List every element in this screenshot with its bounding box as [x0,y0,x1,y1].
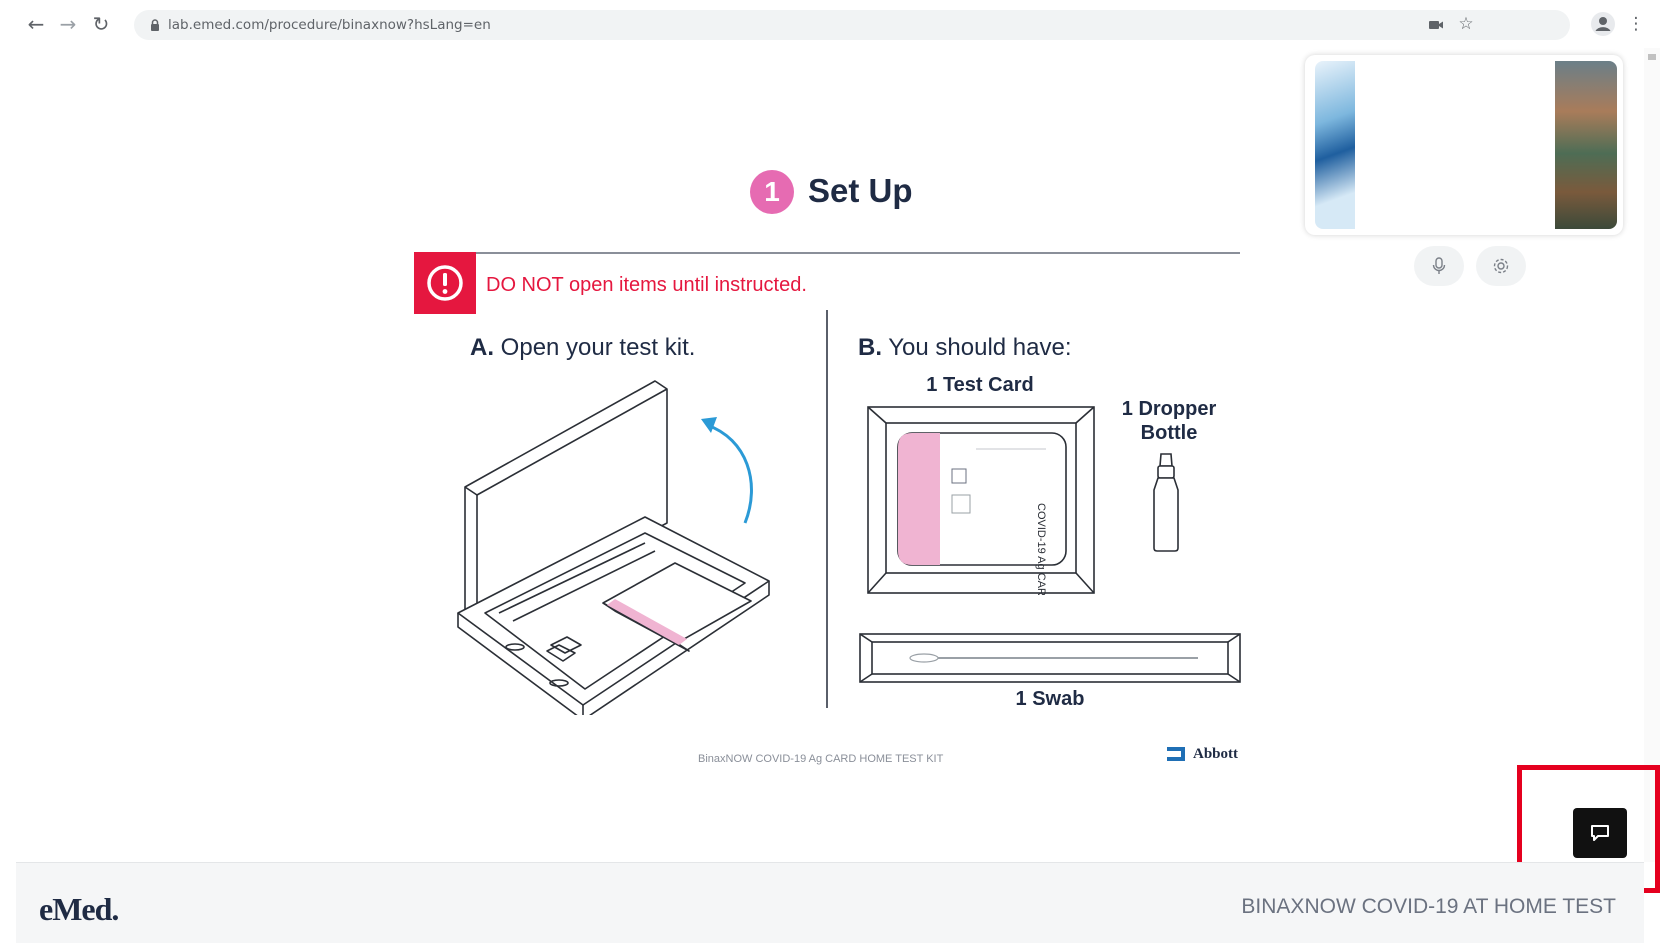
scroll-up-arrow[interactable] [1648,54,1656,60]
step-title: Set Up [808,172,913,209]
footer-title: BINAXNOW COVID-19 AT HOME TEST [1241,895,1616,918]
gear-icon [1493,258,1509,274]
emed-logo[interactable]: eMed. [39,891,119,928]
back-arrow-icon[interactable]: ← [24,12,48,36]
section-b-letter: B. [858,334,882,361]
profile-icon[interactable] [1590,11,1616,37]
test-card-illustration: COVID-19 Ag CARD [867,406,1095,595]
swab-label: 1 Swab [1015,688,1085,710]
video-feed-left [1315,61,1355,229]
card-printed-text: COVID-19 Ag CARD [1035,503,1047,595]
warning-text: DO NOT open items until instructed. [486,274,807,296]
abbott-logo-icon [1167,747,1185,761]
step-number-badge: 1 [750,170,794,214]
video-feed-right [1555,61,1617,229]
abbott-logo: Abbott [1165,745,1238,763]
section-a-letter: A. [470,334,494,361]
star-icon[interactable]: ☆ [1454,12,1478,36]
menu-dots-icon[interactable]: ⋮ [1624,12,1648,36]
abbott-wordmark: Abbott [1193,745,1239,762]
test-card-label: 1 Test Card [926,374,1034,396]
swab-illustration [859,633,1241,683]
section-b-heading: B. You should have: [858,334,1072,362]
video-preview [1305,55,1623,235]
chat-icon [1591,825,1609,841]
microphone-icon [1432,257,1446,274]
chat-button[interactable] [1573,808,1627,858]
address-bar[interactable]: lab.emed.com/procedure/binaxnow?hsLang=e… [134,10,1570,40]
kit-caption: BinaxNOW COVID-19 Ag CARD HOME TEST KIT [698,753,944,765]
warning-badge [414,252,476,314]
exclamation-icon [427,265,463,301]
section-b-text: You should have: [888,334,1072,361]
camera-icon[interactable] [1424,13,1448,37]
browser-toolbar: ← → ↻ lab.emed.com/procedure/binaxnow?hs… [0,0,1660,48]
title-divider [414,252,1240,254]
dropper-bottle-label: 1 Dropper Bottle [1121,398,1217,444]
settings-button[interactable] [1476,246,1526,286]
forward-arrow-icon[interactable]: → [56,12,80,36]
dropper-bottle-illustration [1153,453,1179,552]
scrollbar[interactable] [1644,48,1660,862]
lock-icon [151,19,159,31]
section-divider [826,310,828,708]
section-a-text: Open your test kit. [500,334,696,361]
page-footer: eMed. BINAXNOW COVID-19 AT HOME TEST [16,862,1644,943]
reload-icon[interactable]: ↻ [89,12,113,36]
microphone-button[interactable] [1414,246,1464,286]
open-test-kit-illustration [457,380,770,715]
url-text[interactable]: lab.emed.com/procedure/binaxnow?hsLang=e… [168,17,491,33]
section-a-heading: A. Open your test kit. [470,334,695,362]
